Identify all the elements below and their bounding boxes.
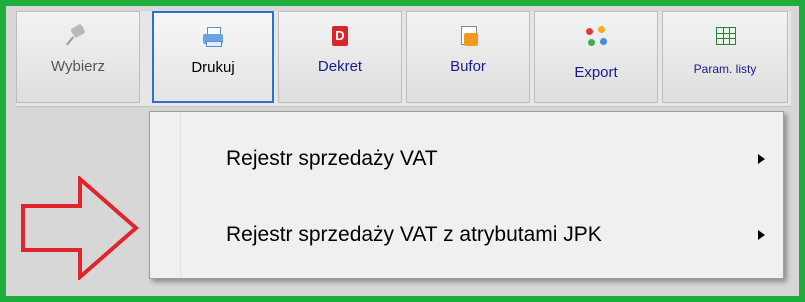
- export-button[interactable]: Export: [534, 11, 658, 103]
- print-dropdown-menu: Rejestr sprzedaży VAT Rejestr sprzedaży …: [149, 111, 784, 279]
- wybierz-button[interactable]: Wybierz: [16, 11, 140, 103]
- dekret-icon: D: [328, 24, 352, 48]
- menu-item-label: Rejestr sprzedaży VAT: [226, 147, 438, 170]
- table-grid-icon: [713, 24, 737, 48]
- submenu-arrow-icon: [758, 154, 765, 164]
- export-icon: [584, 24, 608, 48]
- bufor-button-label: Bufor: [450, 58, 486, 75]
- printer-icon: [201, 25, 225, 49]
- annotation-arrow-icon: [21, 176, 140, 280]
- menu-item-label: Rejestr sprzedaży VAT z atrybutami JPK: [226, 223, 602, 246]
- menu-item-rejestr-sprzedazy-vat[interactable]: Rejestr sprzedaży VAT: [150, 122, 783, 196]
- drukuj-button[interactable]: Drukuj: [152, 11, 274, 103]
- bufor-icon: [456, 24, 480, 48]
- param-listy-button[interactable]: Param. listy: [662, 11, 788, 103]
- param-listy-button-label: Param. listy: [693, 62, 757, 76]
- menu-item-rejestr-sprzedazy-vat-jpk[interactable]: Rejestr sprzedaży VAT z atrybutami JPK: [150, 198, 783, 272]
- toolbar: Wybierz Drukuj D Dekret Bufor Export Par…: [16, 11, 791, 107]
- submenu-arrow-icon: [758, 230, 765, 240]
- dekret-button-label: Dekret: [317, 58, 363, 75]
- dekret-button[interactable]: D Dekret: [278, 11, 402, 103]
- wybierz-button-label: Wybierz: [50, 58, 106, 75]
- pin-icon: [66, 23, 90, 48]
- bufor-button[interactable]: Bufor: [406, 11, 530, 103]
- export-button-label: Export: [574, 64, 618, 81]
- drukuj-button-label: Drukuj: [191, 59, 235, 76]
